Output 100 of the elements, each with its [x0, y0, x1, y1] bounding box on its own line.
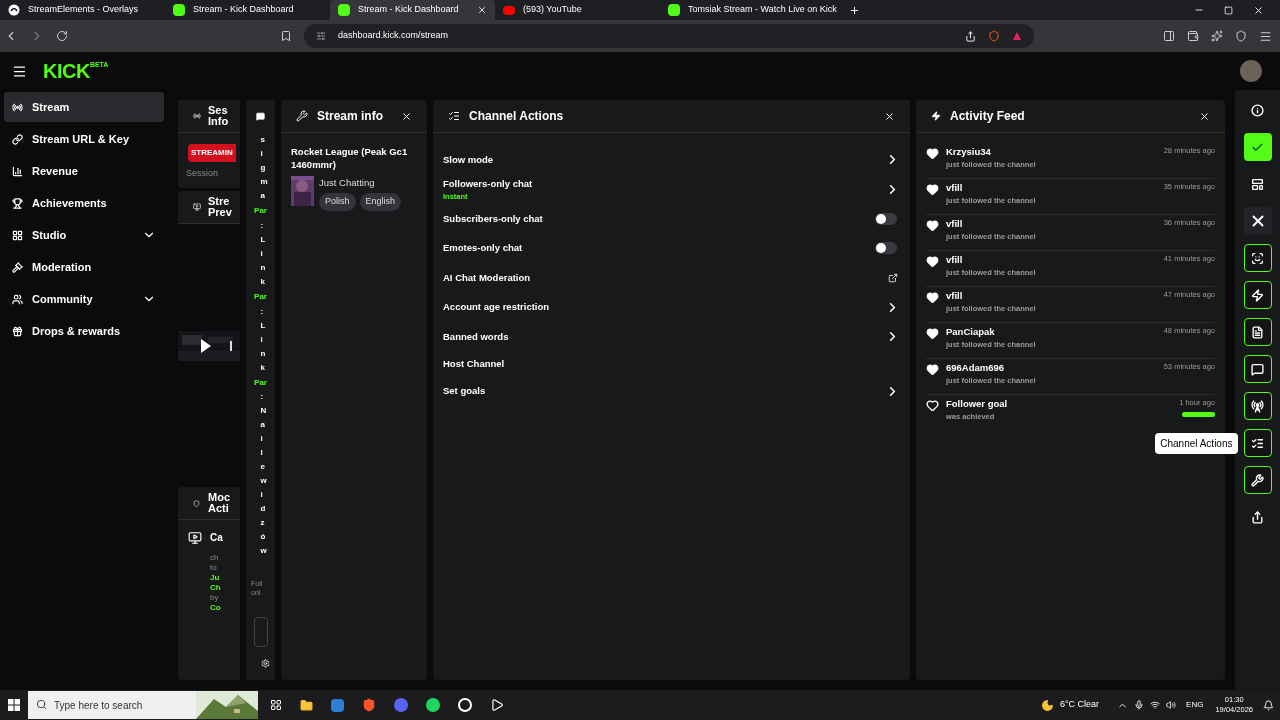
close-icon[interactable]	[1253, 4, 1264, 16]
chat-message: :Link	[259, 219, 267, 288]
rail-button[interactable]	[1243, 466, 1272, 494]
logo-tab-icon	[8, 4, 20, 16]
network-icon[interactable]	[1150, 700, 1161, 710]
sidebar-item[interactable]: Moderation	[4, 252, 164, 282]
sidebar-item[interactable]: Community	[4, 284, 164, 314]
rail-icon	[1251, 362, 1264, 376]
panel-title: Channel Actions	[469, 108, 565, 125]
rail-icon	[1251, 103, 1264, 117]
shield-icon[interactable]	[1235, 30, 1247, 42]
site-settings-icon	[316, 31, 326, 41]
rail-button[interactable]	[1243, 281, 1272, 309]
address-bar[interactable]: dashboard.kick.com/stream	[304, 24, 1034, 48]
action-text: Co	[210, 603, 222, 613]
browser-tab[interactable]: StreamElements - Overlays	[0, 0, 165, 20]
kick-tab-icon	[173, 4, 185, 16]
bookmark-icon[interactable]	[280, 30, 292, 42]
rail-button[interactable]	[1243, 318, 1272, 346]
activity-name: vfill	[946, 289, 964, 303]
search-field[interactable]: Type here to search	[28, 691, 196, 719]
action-label: AI Chat Moderation	[443, 270, 532, 285]
chat-username: Par	[254, 292, 267, 302]
music-app-icon[interactable]	[426, 698, 440, 712]
action-text: to	[210, 563, 218, 573]
shield-icon	[988, 30, 1000, 42]
notification-icon[interactable]	[1263, 699, 1274, 711]
language-indicator[interactable]: ENG	[1186, 699, 1204, 711]
heart-icon	[926, 255, 939, 268]
shield-icon	[193, 499, 200, 507]
chat-input[interactable]	[254, 617, 268, 647]
task-view-icon[interactable]	[270, 699, 282, 711]
action-text: Ju	[210, 573, 221, 583]
sidebar-icon	[12, 293, 23, 305]
rail-icon	[1251, 325, 1264, 339]
menu-icon[interactable]	[1259, 29, 1272, 43]
toggle-switch[interactable]	[875, 242, 897, 255]
close-icon[interactable]	[884, 110, 895, 122]
sparkle-icon[interactable]	[1211, 30, 1223, 42]
rail-button[interactable]	[1243, 207, 1272, 235]
activity-name: vfill	[946, 253, 964, 267]
browser-tab[interactable]: Stream - Kick Dashboard	[165, 0, 330, 20]
settings-icon[interactable]	[261, 659, 270, 668]
tooltip: Channel Actions	[1155, 433, 1238, 454]
action-label: Emotes-only chat	[443, 241, 524, 256]
store-icon[interactable]	[331, 698, 344, 712]
chat-app-icon[interactable]	[394, 698, 408, 712]
toggle-switch[interactable]	[875, 212, 897, 225]
session-label: Session	[186, 167, 220, 180]
browser-tab[interactable]: Tomsiak Stream - Watch Live on Kick	[660, 0, 845, 20]
mic-icon[interactable]	[1134, 700, 1145, 710]
rail-icon	[1251, 510, 1264, 524]
rail-button[interactable]	[1243, 355, 1272, 383]
panel-title: Ses Info	[208, 105, 229, 127]
activity-name: Krzysiu34	[946, 145, 992, 159]
close-icon[interactable]	[401, 110, 412, 122]
heart-icon	[926, 183, 939, 196]
heart-icon	[926, 219, 939, 232]
tag[interactable]: English	[359, 193, 402, 211]
wallet-icon[interactable]	[1187, 30, 1199, 42]
tag[interactable]: Polish	[319, 193, 356, 211]
browser-tab[interactable]: (593) YouTube	[495, 0, 660, 20]
new-tab-icon[interactable]	[848, 4, 860, 16]
recorder-icon[interactable]	[458, 698, 472, 712]
sidebar-item[interactable]: Achievements	[4, 188, 164, 218]
menu-icon[interactable]	[12, 63, 27, 79]
rail-icon	[1251, 436, 1264, 450]
rail-button[interactable]	[1243, 133, 1272, 161]
close-icon[interactable]	[1199, 110, 1210, 122]
browser-tab[interactable]: Stream - Kick Dashboard	[330, 0, 495, 20]
sidebar-item[interactable]: Drops & rewards	[4, 316, 164, 346]
rail-button[interactable]	[1243, 392, 1272, 420]
chat-message: sigma	[259, 134, 267, 202]
rail-button[interactable]	[1243, 429, 1272, 457]
folder-icon[interactable]	[300, 698, 313, 712]
action-label: Subscribers-only chat	[443, 211, 544, 226]
sidebar-icon[interactable]	[1163, 30, 1175, 42]
rail-button[interactable]	[1243, 244, 1272, 272]
reload-icon[interactable]	[56, 30, 68, 42]
kick-tab-icon	[668, 4, 680, 16]
panel-title: Moc Acti	[208, 492, 230, 514]
avatar[interactable]	[1240, 60, 1262, 82]
sidebar-item[interactable]: Stream URL & Key	[4, 124, 164, 154]
sidebar-item[interactable]: Stream	[4, 92, 164, 122]
action-label: Set goals	[443, 384, 487, 399]
wrench-icon	[296, 110, 308, 122]
windows-icon[interactable]	[8, 699, 20, 711]
heart-icon	[926, 291, 939, 304]
external-link-icon[interactable]	[888, 272, 898, 283]
rail-icon	[1251, 251, 1264, 265]
weather-text: 6°C Clear	[1060, 698, 1100, 712]
maximize-icon[interactable]	[1224, 5, 1233, 15]
sidebar-icon	[12, 229, 23, 241]
volume-icon[interactable]	[1166, 700, 1177, 710]
player-icon[interactable]	[490, 698, 504, 712]
browser-icon[interactable]	[362, 698, 376, 712]
video-icon	[188, 530, 202, 545]
action-text: ch	[210, 553, 220, 563]
sidebar-item[interactable]: Studio	[4, 220, 164, 250]
sidebar-item[interactable]: Revenue	[4, 156, 164, 186]
